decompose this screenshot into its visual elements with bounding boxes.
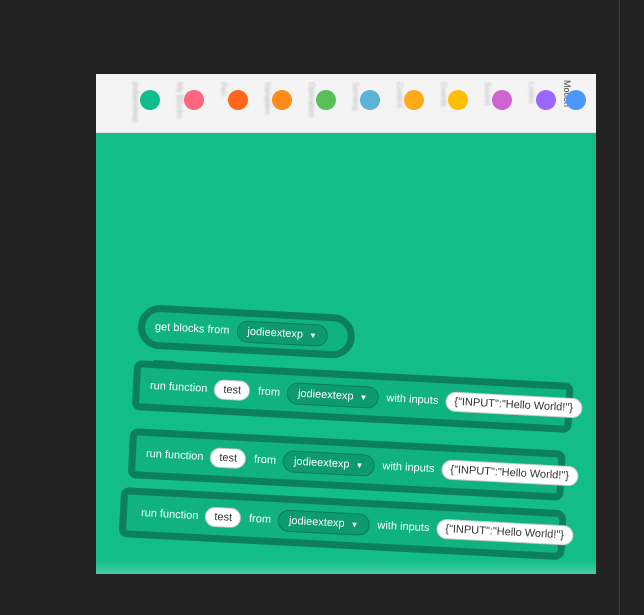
category-dot-icon	[566, 90, 586, 110]
block-prefix: run function	[140, 507, 199, 523]
category-dot-icon	[184, 90, 204, 110]
chevron-down-icon: ▼	[350, 519, 359, 529]
block-with-label: with inputs	[382, 460, 435, 475]
get-blocks-block[interactable]: get blocks from jodieextexp ▼	[136, 304, 357, 360]
category-label: My Blocks	[176, 82, 184, 119]
category-dot-icon	[492, 90, 512, 110]
category-operators[interactable]: Operators	[294, 74, 338, 132]
window-divider	[619, 0, 620, 615]
dropdown-value: jodieextexp	[293, 455, 350, 471]
category-dot-icon	[272, 90, 292, 110]
category-dot-icon	[140, 90, 160, 110]
editor-panel: jodieextexp My Blocks Pen Variables Oper…	[96, 74, 596, 574]
category-looks[interactable]: Looks	[514, 74, 558, 132]
run-function-block[interactable]: run function test from jodieextexp ▼ wit…	[118, 487, 574, 561]
category-label: Events	[440, 82, 448, 107]
category-dot-icon	[536, 90, 556, 110]
block-prefix: run function	[145, 447, 204, 463]
category-extension[interactable]: jodieextexp	[118, 74, 162, 132]
chevron-down-icon: ▼	[359, 392, 368, 402]
category-events[interactable]: Events	[426, 74, 470, 132]
workspace-fade	[96, 560, 596, 574]
category-dot-icon	[316, 90, 336, 110]
category-dot-icon	[448, 90, 468, 110]
category-dot-icon	[228, 90, 248, 110]
extension-dropdown[interactable]: jodieextexp ▼	[235, 320, 329, 347]
category-sensing[interactable]: Sensing	[338, 74, 382, 132]
category-label: Looks	[528, 82, 536, 104]
category-control[interactable]: Control	[382, 74, 426, 132]
dropdown-value: jodieextexp	[288, 514, 345, 530]
script-workspace[interactable]: get blocks from jodieextexp ▼ run functi…	[96, 132, 596, 574]
inputs-field[interactable]: {"INPUT":"Hello World!"}	[440, 459, 579, 487]
inputs-field[interactable]: {"INPUT":"Hello World!"}	[444, 391, 583, 419]
category-label: jodieextexp	[132, 82, 140, 122]
function-name-input[interactable]: test	[204, 506, 242, 529]
function-name-input[interactable]: test	[209, 447, 247, 470]
extension-dropdown[interactable]: jodieextexp ▼	[277, 509, 371, 537]
block-notch	[152, 360, 176, 370]
block-from-label: from	[253, 453, 277, 467]
category-label: Control	[396, 82, 404, 108]
category-label: Operators	[308, 82, 316, 118]
category-pen[interactable]: Pen	[206, 74, 250, 132]
extension-dropdown[interactable]: jodieextexp ▼	[282, 450, 376, 477]
run-function-block[interactable]: run function test from jodieextexp ▼ wit…	[131, 360, 583, 433]
category-motion[interactable]: Motion	[554, 74, 596, 132]
block-with-label: with inputs	[386, 392, 439, 407]
dropdown-value: jodieextexp	[297, 387, 354, 403]
category-variables[interactable]: Variables	[250, 74, 294, 132]
category-label: Variables	[264, 82, 272, 115]
block-from-label: from	[257, 385, 281, 399]
block-with-label: with inputs	[377, 519, 430, 535]
category-dot-icon	[360, 90, 380, 110]
category-palette: jodieextexp My Blocks Pen Variables Oper…	[96, 74, 596, 133]
chevron-down-icon: ▼	[355, 460, 364, 470]
category-sound[interactable]: Sound	[470, 74, 514, 132]
category-label: Pen	[220, 82, 228, 97]
block-from-label: from	[248, 512, 272, 526]
function-name-input[interactable]: test	[213, 379, 251, 402]
block-text: get blocks from	[154, 320, 230, 337]
category-label: Sound	[484, 82, 492, 106]
category-dot-icon	[404, 90, 424, 110]
block-prefix: run function	[149, 379, 208, 395]
category-my-blocks[interactable]: My Blocks	[162, 74, 206, 132]
chevron-down-icon: ▼	[308, 330, 318, 340]
inputs-field[interactable]: {"INPUT":"Hello World!"}	[435, 518, 574, 546]
extension-dropdown[interactable]: jodieextexp ▼	[286, 382, 380, 409]
category-label: Sensing	[352, 82, 360, 111]
dropdown-value: jodieextexp	[247, 325, 304, 341]
